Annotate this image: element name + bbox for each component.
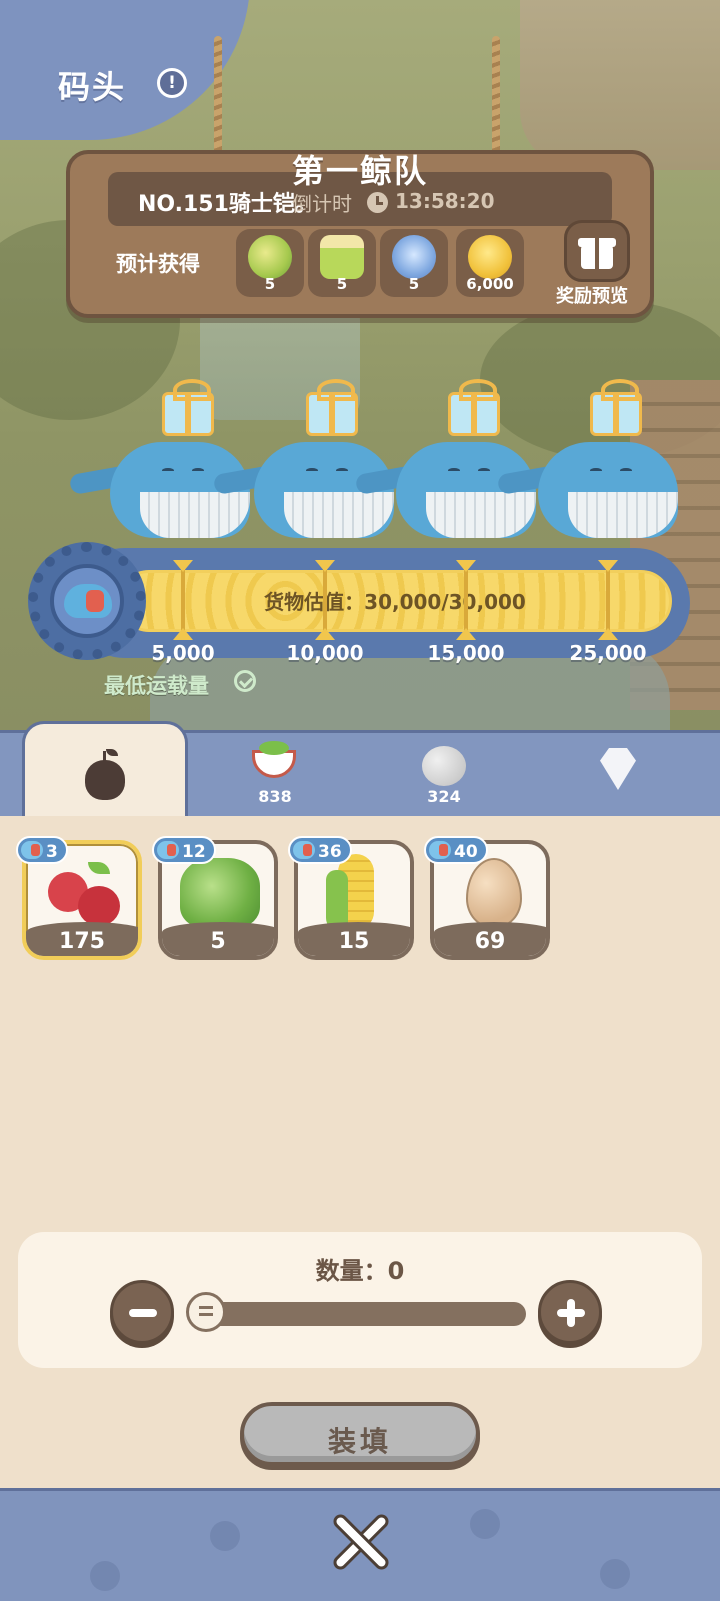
potion-bottle-icon bbox=[320, 235, 364, 279]
quantity-slider-thumb[interactable] bbox=[186, 1292, 226, 1332]
fleet-name: 第一鲸队 bbox=[291, 152, 428, 190]
milestone-label: 5,000 bbox=[151, 641, 215, 665]
min-load-label: 最低运载量 bbox=[104, 674, 209, 698]
minus-icon bbox=[129, 1309, 157, 1317]
milestone-label: 25,000 bbox=[569, 641, 647, 665]
leaf-seed-icon bbox=[248, 235, 292, 279]
lettuce-icon bbox=[180, 858, 260, 928]
close-button[interactable] bbox=[326, 1508, 394, 1576]
gift-box-icon bbox=[162, 379, 214, 436]
paw-print-icon bbox=[90, 1561, 120, 1591]
clock-icon bbox=[367, 192, 388, 213]
whale-ship bbox=[496, 379, 678, 550]
reward-count: 5 bbox=[264, 275, 276, 293]
load-button[interactable]: 装填 bbox=[240, 1402, 480, 1466]
reward-preview-button[interactable] bbox=[564, 220, 630, 282]
milestone-label: 15,000 bbox=[427, 641, 505, 665]
tab-count: 324 bbox=[427, 787, 461, 806]
cargo-value-text: 货物估值：30,000/30,000 bbox=[264, 590, 526, 614]
tab-count: 838 bbox=[258, 787, 292, 806]
gold-coin-icon bbox=[468, 235, 512, 279]
egg-icon bbox=[466, 858, 522, 928]
reward-count: 6,000 bbox=[466, 275, 514, 293]
gift-box-icon bbox=[448, 379, 500, 436]
ship-name: NO.151骑士铠。 bbox=[138, 192, 317, 217]
reward-slot[interactable]: 6,000 bbox=[456, 229, 524, 297]
blue-flower-icon bbox=[392, 235, 436, 279]
item-badge: 12 bbox=[152, 836, 216, 864]
item-badge: 36 bbox=[288, 836, 352, 864]
paw-print-icon bbox=[470, 1509, 500, 1539]
item-quantity: 5 bbox=[210, 929, 226, 954]
whale-badge-icon bbox=[21, 841, 43, 859]
whale-icon bbox=[64, 584, 112, 618]
item-quantity: 175 bbox=[59, 929, 105, 954]
whale-badge-icon bbox=[293, 841, 315, 859]
info-icon[interactable]: ! bbox=[157, 68, 187, 98]
paw-print-icon bbox=[210, 1521, 240, 1551]
stone-icon[interactable] bbox=[422, 746, 466, 786]
whale-badge-icon bbox=[157, 841, 179, 859]
countdown-time: 13:58:20 bbox=[395, 189, 495, 213]
expected-rewards-label: 预计获得 bbox=[116, 252, 200, 276]
check-icon bbox=[234, 670, 256, 692]
milestone-marker bbox=[315, 560, 335, 640]
paw-print-icon bbox=[600, 1559, 630, 1589]
item-quantity: 69 bbox=[474, 929, 506, 954]
reward-count: 5 bbox=[408, 275, 420, 293]
decrease-button[interactable] bbox=[110, 1280, 174, 1344]
item-badge: 40 bbox=[424, 836, 488, 864]
apple-icon bbox=[85, 749, 125, 800]
quantity-slider[interactable] bbox=[190, 1302, 526, 1326]
gift-box-icon bbox=[306, 379, 358, 436]
milestone-marker bbox=[456, 560, 476, 640]
gift-box-icon bbox=[590, 379, 642, 436]
house-background bbox=[520, 0, 720, 170]
reward-count: 5 bbox=[336, 275, 348, 293]
reward-slot[interactable]: 5 bbox=[308, 229, 376, 297]
apple-icon bbox=[48, 862, 122, 926]
item-quantity: 15 bbox=[338, 929, 370, 954]
item-badge: 3 bbox=[16, 836, 68, 864]
reward-preview-label: 奖励预览 bbox=[556, 286, 628, 307]
reward-slot[interactable]: 5 bbox=[380, 229, 448, 297]
milestone-marker bbox=[173, 560, 193, 640]
milestone-label: 10,000 bbox=[286, 641, 364, 665]
milestone-marker bbox=[598, 560, 618, 640]
countdown-label: 倒计时 bbox=[292, 192, 352, 216]
page-title: 码头 bbox=[58, 68, 127, 106]
load-button-label: 装填 bbox=[327, 1425, 392, 1458]
increase-button[interactable] bbox=[538, 1280, 602, 1344]
quantity-label: 数量：0 bbox=[315, 1257, 405, 1285]
reward-slot[interactable]: 5 bbox=[236, 229, 304, 297]
tab-fruit[interactable] bbox=[22, 721, 188, 821]
whale-badge-icon bbox=[429, 841, 451, 859]
